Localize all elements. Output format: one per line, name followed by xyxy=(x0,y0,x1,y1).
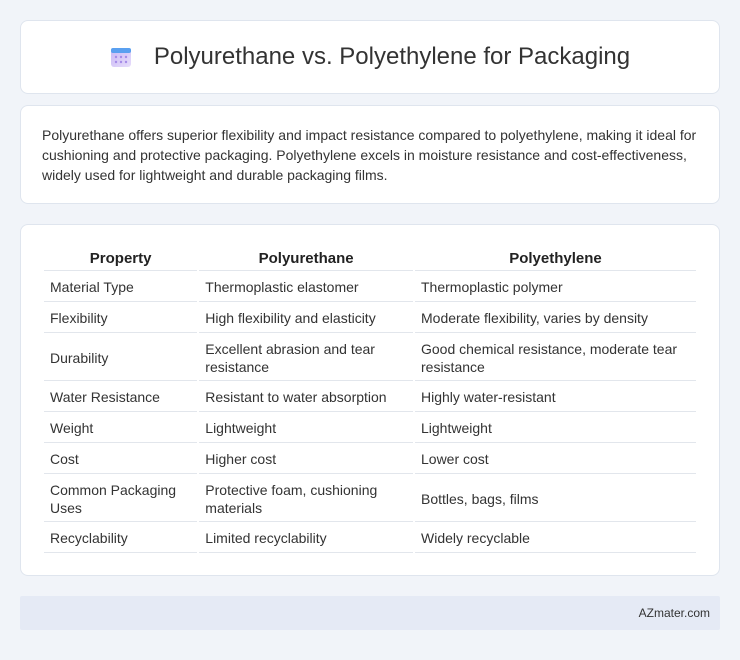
property-cell: Cost xyxy=(44,445,198,474)
footer: AZmater.com xyxy=(20,596,720,630)
polyethylene-cell: Lightweight xyxy=(415,414,696,443)
polyurethane-cell: Resistant to water absorption xyxy=(199,383,413,412)
title-card: Polyurethane vs. Polyethylene for Packag… xyxy=(20,20,720,94)
property-cell: Common Packaging Uses xyxy=(44,476,198,522)
property-cell: Flexibility xyxy=(44,304,198,333)
polyurethane-cell: Lightweight xyxy=(199,414,413,443)
polyurethane-cell: Protective foam, cushioning materials xyxy=(199,476,413,522)
property-cell: Water Resistance xyxy=(44,383,198,412)
title-wrap: Polyurethane vs. Polyethylene for Packag… xyxy=(110,43,630,71)
header-polyurethane: Polyurethane xyxy=(199,247,413,271)
page-title: Polyurethane vs. Polyethylene for Packag… xyxy=(153,43,631,70)
polyurethane-cell: Higher cost xyxy=(199,445,413,474)
polyurethane-cell: Thermoplastic elastomer xyxy=(199,273,413,302)
property-cell: Recyclability xyxy=(44,524,198,553)
header-property: Property xyxy=(44,247,198,271)
property-cell: Durability xyxy=(44,335,198,381)
polyethylene-cell: Bottles, bags, films xyxy=(415,476,696,522)
table-row: Common Packaging Uses Protective foam, c… xyxy=(44,476,696,522)
calendar-icon xyxy=(110,46,132,68)
polyethylene-cell: Highly water-resistant xyxy=(415,383,696,412)
polyethylene-cell: Good chemical resistance, moderate tear … xyxy=(415,335,696,381)
property-cell: Weight xyxy=(44,414,198,443)
table-row: Weight Lightweight Lightweight xyxy=(44,414,696,443)
summary-card: Polyurethane offers superior flexibility… xyxy=(20,105,720,204)
polyethylene-cell: Moderate flexibility, varies by density xyxy=(415,304,696,333)
polyethylene-cell: Lower cost xyxy=(415,445,696,474)
table-row: Material Type Thermoplastic elastomer Th… xyxy=(44,273,696,302)
polyethylene-cell: Thermoplastic polymer xyxy=(415,273,696,302)
header-polyethylene: Polyethylene xyxy=(415,247,696,271)
polyurethane-cell: Excellent abrasion and tear resistance xyxy=(199,335,413,381)
polyurethane-cell: Limited recyclability xyxy=(199,524,413,553)
table-header-row: Property Polyurethane Polyethylene xyxy=(44,247,696,271)
polyethylene-cell: Widely recyclable xyxy=(415,524,696,553)
property-cell: Material Type xyxy=(44,273,198,302)
summary-text: Polyurethane offers superior flexibility… xyxy=(42,127,697,183)
table-row: Flexibility High flexibility and elastic… xyxy=(44,304,696,333)
table-row: Water Resistance Resistant to water abso… xyxy=(44,383,696,412)
polyurethane-cell: High flexibility and elasticity xyxy=(199,304,413,333)
table-row: Durability Excellent abrasion and tear r… xyxy=(44,335,696,381)
table-card: Property Polyurethane Polyethylene Mater… xyxy=(20,224,720,576)
table-row: Cost Higher cost Lower cost xyxy=(44,445,696,474)
footer-source: AZmater.com xyxy=(638,606,710,620)
comparison-table: Property Polyurethane Polyethylene Mater… xyxy=(42,245,698,555)
table-row: Recyclability Limited recyclability Wide… xyxy=(44,524,696,553)
